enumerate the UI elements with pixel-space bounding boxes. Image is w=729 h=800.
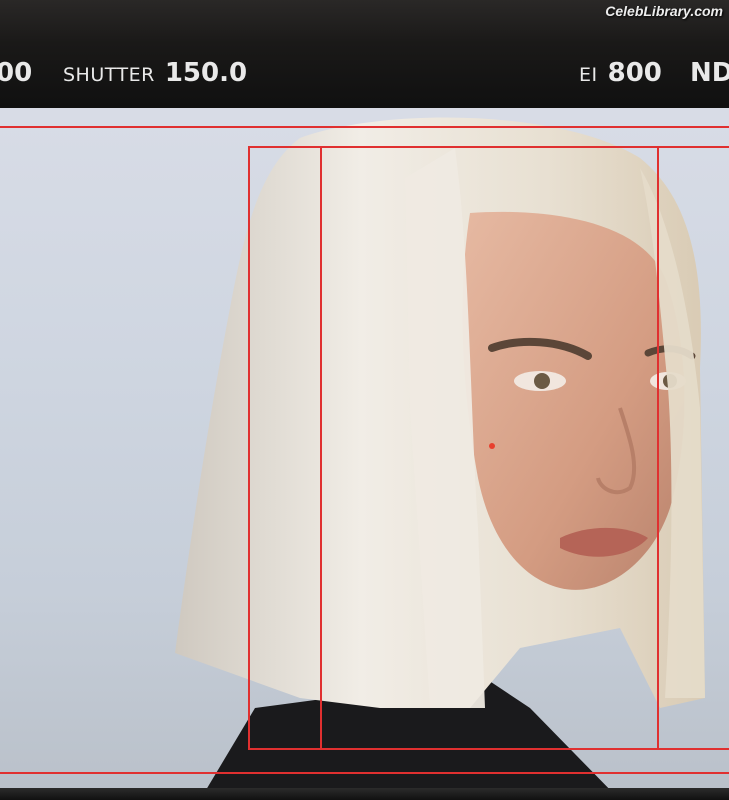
ei-label: EI [579,64,598,86]
subject-image [175,117,705,800]
ei-value: 800 [607,58,662,88]
monitor-bottom-bezel [0,788,729,800]
shutter-value: 150.0 [164,58,248,88]
watermark-text: CelebLibrary.com [605,3,723,19]
focus-point-marker [489,443,495,449]
nd-label: ND [690,58,729,88]
left-fragment-value: 00 [0,58,33,88]
shutter-label: SHUTTER [63,64,155,86]
readout-nd: ND [690,58,729,92]
monitor-viewport [0,108,729,800]
guide-line-right [657,146,659,750]
guide-line-left [320,146,322,750]
readout-ei: EI 800 [579,58,662,92]
readout-shutter: SHUTTER 150.0 [63,58,247,92]
readout-left-fragment: 00 [0,58,32,92]
camera-monitor-topbar: CelebLibrary.com 00 SHUTTER 150.0 EI 800… [0,0,729,108]
